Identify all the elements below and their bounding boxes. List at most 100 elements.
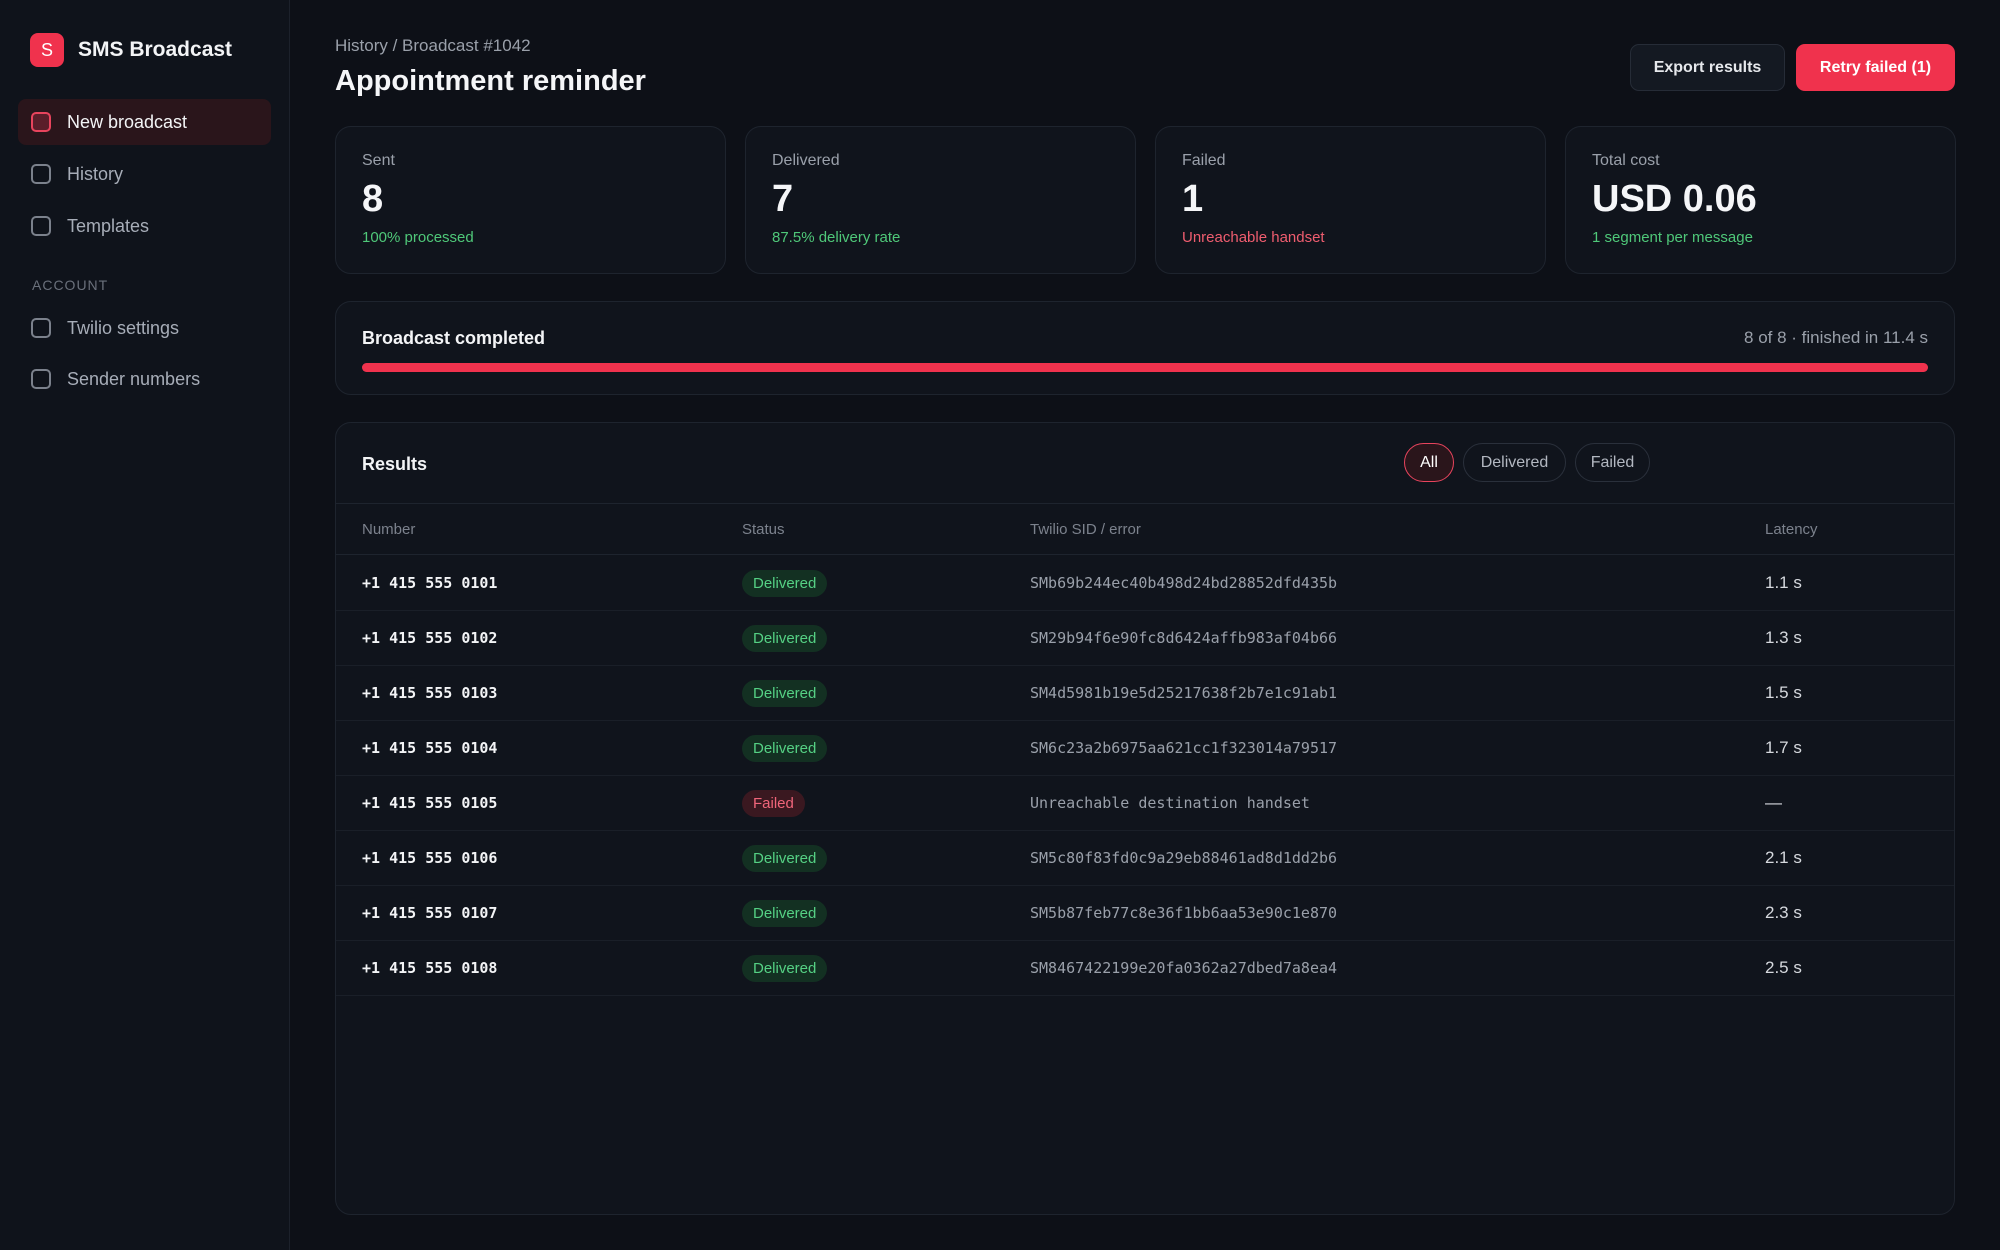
latency: 1.5 s	[1765, 683, 1802, 702]
table-row[interactable]: +1 415 555 0105 Failed Unreachable destina…	[336, 776, 1954, 831]
twilio-sid: SM4d5981b19e5d25217638f2b7e1c91ab1	[1030, 684, 1338, 702]
progress-title: Broadcast completed	[362, 328, 546, 348]
twilio-sid: SM5c80f83fd0c9a29eb88461ad8d1dd2b6	[1030, 849, 1338, 867]
stat-card-failed: Failed 1 Unreachable handset	[1155, 126, 1546, 274]
sidebar-item-twilio-settings[interactable]: Twilio settings	[18, 305, 271, 351]
history-icon	[31, 164, 51, 184]
progress-bar	[362, 363, 1928, 372]
phone-number: +1 415 555 0101	[362, 574, 498, 592]
latency: —	[1765, 793, 1782, 812]
app-name: SMS Broadcast	[78, 38, 233, 61]
twilio-sid: Unreachable destination handset	[1030, 794, 1310, 812]
new-broadcast-icon	[31, 112, 51, 132]
status-cell: Delivered	[742, 941, 828, 995]
phone-number: +1 415 555 0103	[362, 684, 498, 702]
column-header-latency[interactable]: Latency	[1765, 521, 1818, 538]
status-cell: Delivered	[742, 666, 828, 720]
stat-value: 8	[362, 178, 384, 220]
latency: 1.1 s	[1765, 573, 1802, 592]
stat-subtext: 87.5% delivery rate	[772, 228, 901, 246]
latency: 1.3 s	[1765, 628, 1802, 647]
sidebar-item-label: New broadcast	[67, 111, 188, 132]
stat-card-total-cost: Total cost USD 0.06 1 segment per messag…	[1565, 126, 1956, 274]
phone-number: +1 415 555 0105	[362, 794, 498, 812]
phone-number: +1 415 555 0102	[362, 629, 498, 647]
latency: 2.5 s	[1765, 958, 1802, 977]
status-cell: Delivered	[742, 721, 828, 775]
filter-failed[interactable]: Failed	[1575, 443, 1650, 482]
stat-value: 1	[1182, 178, 1204, 220]
stat-label: Total cost	[1592, 152, 1660, 169]
sidebar-item-label: Sender numbers	[67, 368, 201, 389]
stat-label: Delivered	[772, 152, 840, 169]
status-badge: Delivered	[742, 569, 828, 597]
status-cell: Delivered	[742, 886, 828, 940]
page-title: Appointment reminder	[335, 65, 646, 97]
sender-numbers-icon	[31, 369, 51, 389]
column-header-sid[interactable]: Twilio SID / error	[1030, 521, 1141, 538]
templates-icon	[31, 216, 51, 236]
status-badge: Delivered	[742, 679, 828, 707]
table-row[interactable]: +1 415 555 0103 Delivered SM4d5981b19e5d25…	[336, 666, 1954, 721]
latency: 2.1 s	[1765, 848, 1802, 867]
table-row[interactable]: +1 415 555 0104 Delivered SM6c23a2b6975aa6…	[336, 721, 1954, 776]
twilio-sid: SMb69b244ec40b498d24bd28852dfd435b	[1030, 574, 1338, 592]
progress-card: Broadcast completed 8 of 8 · finished in…	[335, 301, 1955, 395]
sidebar-item-sender-numbers[interactable]: Sender numbers	[18, 356, 271, 402]
status-cell: Delivered	[742, 611, 828, 665]
phone-number: +1 415 555 0104	[362, 739, 498, 757]
section-label-account: ACCOUNT	[32, 277, 109, 293]
stat-subtext: 1 segment per message	[1592, 228, 1753, 246]
stat-subtext: Unreachable handset	[1182, 228, 1325, 246]
sidebar-item-label: Templates	[67, 215, 150, 236]
results-card: Results All Delivered Failed Number Stat…	[335, 422, 1955, 1215]
twilio-sid: SM29b94f6e90fc8d6424affb983af04b66	[1030, 629, 1338, 647]
twilio-sid: SM6c23a2b6975aa621cc1f323014a79517	[1030, 739, 1338, 757]
twilio-sid: SM8467422199e20fa0362a27dbed7a8ea4	[1030, 959, 1338, 977]
sidebar: S SMS Broadcast New broadcast History Te…	[0, 0, 290, 1250]
table-row[interactable]: +1 415 555 0107 Delivered SM5b87feb77c8e36…	[336, 886, 1954, 941]
breadcrumb[interactable]: History / Broadcast #1042	[335, 36, 531, 56]
phone-number: +1 415 555 0108	[362, 959, 498, 977]
twilio-settings-icon	[31, 318, 51, 338]
column-header-number[interactable]: Number	[362, 521, 415, 538]
status-cell: Delivered	[742, 831, 828, 885]
sidebar-item-label: Twilio settings	[67, 317, 180, 338]
retry-failed-button[interactable]: Retry failed (1)	[1796, 44, 1955, 91]
sidebar-item-label: History	[67, 163, 124, 184]
export-results-button[interactable]: Export results	[1630, 44, 1785, 91]
stat-value: USD 0.06	[1592, 178, 1757, 220]
filter-all[interactable]: All	[1404, 443, 1454, 482]
phone-number: +1 415 555 0107	[362, 904, 498, 922]
table-row[interactable]: +1 415 555 0101 Delivered SMb69b244ec40b49…	[336, 556, 1954, 611]
brand: S SMS Broadcast	[30, 33, 232, 67]
stat-card-sent: Sent 8 100% processed	[335, 126, 726, 274]
table-row[interactable]: +1 415 555 0102 Delivered SM29b94f6e90fc8d…	[336, 611, 1954, 666]
table-header: Number Status Twilio SID / error Latency	[336, 503, 1954, 555]
status-cell: Failed	[742, 776, 805, 830]
status-badge: Delivered	[742, 954, 828, 982]
table-row[interactable]: +1 415 555 0108 Delivered SM8467422199e20f…	[336, 941, 1954, 996]
sidebar-item-new-broadcast[interactable]: New broadcast	[18, 99, 271, 145]
app-logo-icon: S	[30, 33, 64, 67]
status-badge: Delivered	[742, 899, 828, 927]
table-row[interactable]: +1 415 555 0106 Delivered SM5c80f83fd0c9a2…	[336, 831, 1954, 886]
phone-number: +1 415 555 0106	[362, 849, 498, 867]
status-cell: Delivered	[742, 556, 828, 610]
sidebar-item-templates[interactable]: Templates	[18, 203, 271, 249]
status-badge: Failed	[742, 789, 805, 817]
twilio-sid: SM5b87feb77c8e36f1bb6aa53e90c1e870	[1030, 904, 1338, 922]
results-title: Results	[362, 454, 428, 474]
progress-bar-fill	[362, 363, 1928, 372]
latency: 1.7 s	[1765, 738, 1802, 757]
stat-subtext: 100% processed	[362, 228, 474, 246]
latency: 2.3 s	[1765, 903, 1802, 922]
filter-delivered[interactable]: Delivered	[1463, 443, 1566, 482]
sidebar-item-history[interactable]: History	[18, 151, 271, 197]
status-badge: Delivered	[742, 734, 828, 762]
column-header-status[interactable]: Status	[742, 521, 785, 538]
stat-label: Failed	[1182, 152, 1226, 169]
status-badge: Delivered	[742, 844, 828, 872]
stat-card-delivered: Delivered 7 87.5% delivery rate	[745, 126, 1136, 274]
stat-value: 7	[772, 178, 794, 220]
